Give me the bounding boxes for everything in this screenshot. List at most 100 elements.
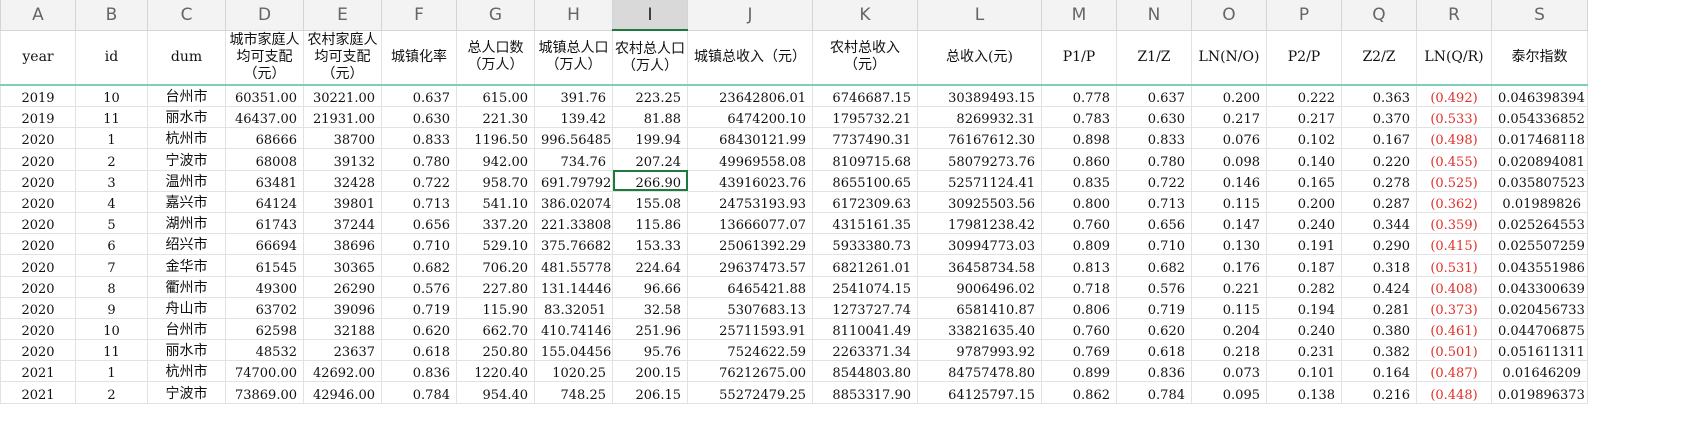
table-cell[interactable]: 0.713 [1116,190,1192,213]
table-cell[interactable]: 76167612.30 [917,127,1042,150]
table-cell[interactable]: 0.035807523 [1491,169,1588,192]
table-cell[interactable]: 24753193.93 [687,190,813,213]
table-cell[interactable]: 10 [75,84,148,107]
field-header-cell[interactable]: Z1/Z [1116,29,1192,86]
table-cell[interactable]: 96.66 [612,275,688,298]
table-cell[interactable]: 0.054336852 [1491,105,1588,129]
table-cell[interactable]: 61545 [225,254,304,277]
table-cell[interactable]: 2020 [0,148,76,171]
table-cell[interactable]: 337.20 [456,211,535,235]
table-cell[interactable]: 66694 [225,233,304,256]
column-header-j[interactable]: J [687,0,813,31]
table-cell[interactable]: 0.382 [1341,339,1417,362]
table-cell[interactable]: 5 [75,211,148,235]
table-cell[interactable]: 0.637 [1116,84,1192,107]
table-cell[interactable]: 0.769 [1041,339,1117,362]
column-header-n[interactable]: N [1116,0,1192,31]
table-cell[interactable]: (0.531) [1416,254,1492,277]
table-cell[interactable]: 8109715.68 [812,148,918,171]
table-cell[interactable]: 48532 [225,339,304,362]
table-cell[interactable]: 0.281 [1341,296,1417,319]
table-cell[interactable]: 1196.50 [456,127,535,150]
table-cell[interactable]: 954.40 [456,381,535,404]
table-cell[interactable]: (0.487) [1416,360,1492,383]
field-header-cell[interactable]: year [0,29,76,86]
table-cell[interactable]: 734.76 [534,148,613,171]
table-cell[interactable]: 宁波市 [147,381,226,404]
table-cell[interactable]: 舟山市 [147,296,226,319]
table-cell[interactable]: 0.278 [1341,169,1417,192]
table-cell[interactable]: 49300 [225,275,304,298]
table-cell[interactable]: 0.191 [1266,233,1342,256]
table-cell[interactable]: 375.76682 [534,233,613,256]
table-cell[interactable]: 76212675.00 [687,360,813,383]
table-cell[interactable]: 6821261.01 [812,254,918,277]
column-header-r[interactable]: R [1416,0,1492,31]
table-cell[interactable]: 0.719 [381,296,457,319]
field-header-cell[interactable]: 泰尔指数 [1491,29,1588,86]
table-cell[interactable]: 30389493.15 [917,84,1042,107]
table-cell[interactable]: 0.204 [1191,317,1267,341]
table-cell[interactable]: 6 [75,233,148,256]
table-cell[interactable]: (0.448) [1416,381,1492,404]
table-cell[interactable]: 221.30 [456,105,535,129]
table-cell[interactable]: 0.282 [1266,275,1342,298]
table-cell[interactable]: 0.01989826 [1491,190,1588,213]
table-cell[interactable]: 5933380.73 [812,233,918,256]
table-cell[interactable]: 0.800 [1041,190,1117,213]
table-cell[interactable]: 68008 [225,148,304,171]
table-cell[interactable]: 206.15 [612,381,688,404]
table-cell[interactable]: 2263371.34 [812,339,918,362]
table-cell[interactable]: 942.00 [456,148,535,171]
table-cell[interactable]: 0.102 [1266,127,1342,150]
field-header-cell[interactable]: P2/P [1266,29,1342,86]
table-cell[interactable]: 250.80 [456,339,535,362]
table-cell[interactable]: 1020.25 [534,360,613,383]
table-cell[interactable]: (0.362) [1416,190,1492,213]
table-cell[interactable]: 0.115 [1191,190,1267,213]
table-cell[interactable]: 155.08 [612,190,688,213]
table-cell[interactable]: 529.10 [456,233,535,256]
table-cell[interactable]: 39132 [303,148,382,171]
table-cell[interactable]: 6172309.63 [812,190,918,213]
spreadsheet[interactable]: ABCDEFGHIJKLMNOPQRS year id dum 城市家庭人均可支配（元… [0,0,1697,430]
table-cell[interactable]: 0.806 [1041,296,1117,319]
table-cell[interactable]: 5307683.13 [687,296,813,319]
table-cell[interactable]: 73869.00 [225,381,304,404]
column-header-q[interactable]: Q [1341,0,1417,31]
table-cell[interactable]: 0.710 [1116,233,1192,256]
table-cell[interactable]: 0.221 [1191,275,1267,298]
table-cell[interactable]: 0.020894081 [1491,148,1588,171]
table-cell[interactable]: 2 [75,148,148,171]
table-cell[interactable]: 0.138 [1266,381,1342,404]
table-cell[interactable]: 0.240 [1266,317,1342,341]
table-cell[interactable]: 386.02074 [534,190,613,213]
table-cell[interactable]: 662.70 [456,317,535,341]
table-cell[interactable]: (0.525) [1416,169,1492,192]
table-cell[interactable]: 0.043300639 [1491,275,1588,298]
table-cell[interactable]: 2021 [0,381,76,404]
active-cell[interactable]: 266.90 [612,169,688,192]
table-cell[interactable]: 251.96 [612,317,688,341]
table-cell[interactable]: 0.780 [1116,148,1192,171]
table-cell[interactable]: 391.76 [534,84,613,107]
table-cell[interactable]: 0.218 [1191,339,1267,362]
table-cell[interactable]: 0.862 [1041,381,1117,404]
field-header-cell[interactable]: 农村总人口（万人） [612,29,688,86]
column-header-o[interactable]: O [1191,0,1267,31]
table-cell[interactable]: 21931.00 [303,105,382,129]
table-cell[interactable]: 2020 [0,190,76,213]
column-header-e[interactable]: E [303,0,382,31]
table-cell[interactable]: 2020 [0,275,76,298]
table-cell[interactable]: 0.898 [1041,127,1117,150]
table-cell[interactable]: 2020 [0,296,76,319]
table-cell[interactable]: 0.618 [1116,339,1192,362]
table-cell[interactable]: 42946.00 [303,381,382,404]
table-cell[interactable]: 0.231 [1266,339,1342,362]
table-cell[interactable]: 1 [75,127,148,150]
table-cell[interactable]: 0.809 [1041,233,1117,256]
field-header-cell[interactable]: LN(N/O) [1191,29,1267,86]
table-cell[interactable]: 0.101 [1266,360,1342,383]
field-header-cell[interactable]: dum [147,29,226,86]
table-cell[interactable]: 223.25 [612,84,688,107]
